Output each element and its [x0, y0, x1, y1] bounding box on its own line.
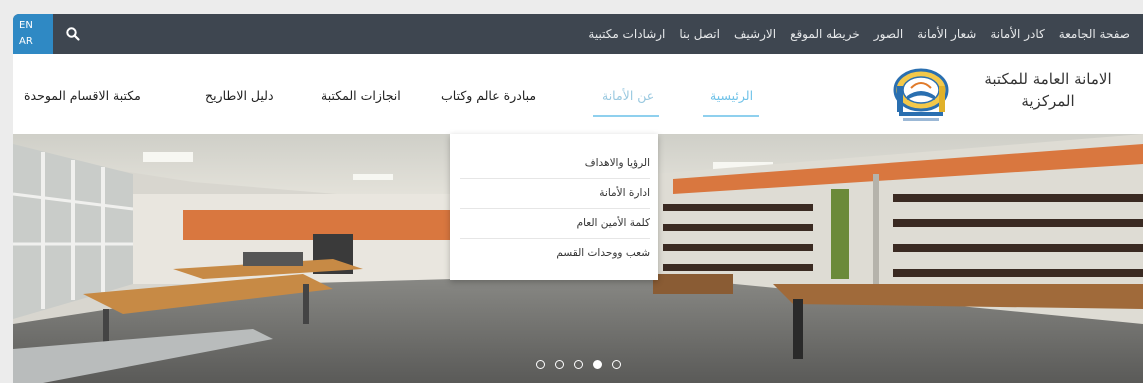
top-link-photos[interactable]: الصور: [867, 27, 910, 41]
top-link-emblem[interactable]: شعار الأمانة: [910, 27, 983, 41]
search-icon[interactable]: [65, 26, 81, 42]
brand[interactable]: الامانة العامة للمكتبة المركزية: [883, 66, 1133, 126]
nav-theses-guide[interactable]: دليل الاطاريح: [205, 88, 274, 103]
top-links: صفحة الجامعة كادر الأمانة شعار الأمانة ا…: [581, 14, 1137, 54]
slider-dots: [13, 360, 1143, 369]
top-link-archive[interactable]: الارشيف: [727, 27, 783, 41]
main-header: الامانة العامة للمكتبة المركزية الرئيسية: [13, 54, 1143, 134]
nav-about-underline: [593, 115, 659, 117]
nav-achievements[interactable]: انجازات المكتبة: [321, 88, 401, 103]
site-title-line2: المركزية: [1021, 92, 1075, 110]
nav-home-underline: [703, 115, 759, 117]
slider-dot[interactable]: [611, 360, 621, 369]
top-link-staff[interactable]: كادر الأمانة: [983, 27, 1051, 41]
top-link-sitemap[interactable]: خريطه الموقع: [783, 27, 867, 41]
language-switcher: EN AR: [13, 14, 53, 54]
lang-en[interactable]: EN: [13, 14, 53, 32]
dropdown-item-management[interactable]: ادارة الأمانة: [460, 179, 650, 209]
library-logo: [889, 66, 953, 126]
dropdown-item-secretary-word[interactable]: كلمة الأمين العام: [460, 209, 650, 239]
top-link-university[interactable]: صفحة الجامعة: [1052, 27, 1137, 41]
main-nav: الرئيسية عن الأمانة مبادرة عالم وكتاب ان…: [13, 54, 873, 134]
about-dropdown-menu: الرؤيا والاهداف ادارة الأمانة كلمة الأمي…: [450, 134, 658, 280]
nav-unified-libraries[interactable]: مكتبة الاقسام الموحدة: [24, 88, 141, 103]
dropdown-item-divisions[interactable]: شعب ووحدات القسم: [460, 239, 650, 268]
nav-about[interactable]: عن الأمانة: [602, 88, 654, 103]
slider-dot[interactable]: [535, 360, 545, 369]
slider-dot[interactable]: [554, 360, 564, 369]
top-link-contact[interactable]: اتصل بنا: [672, 27, 727, 41]
slider-dot-active[interactable]: [592, 360, 602, 369]
dropdown-item-vision-goals[interactable]: الرؤيا والاهداف: [460, 149, 650, 179]
top-bar: صفحة الجامعة كادر الأمانة شعار الأمانة ا…: [13, 14, 1143, 54]
nav-home[interactable]: الرئيسية: [710, 88, 753, 103]
site-title-line1: الامانة العامة للمكتبة: [984, 70, 1112, 88]
lang-ar[interactable]: AR: [13, 32, 53, 48]
page-frame: صفحة الجامعة كادر الأمانة شعار الأمانة ا…: [13, 14, 1143, 383]
nav-world-and-book[interactable]: مبادرة عالم وكتاب: [441, 88, 536, 103]
top-link-guidelines[interactable]: ارشادات مكتبية: [581, 27, 672, 41]
site-title: الامانة العامة للمكتبة المركزية: [963, 70, 1133, 110]
slider-dot[interactable]: [573, 360, 583, 369]
